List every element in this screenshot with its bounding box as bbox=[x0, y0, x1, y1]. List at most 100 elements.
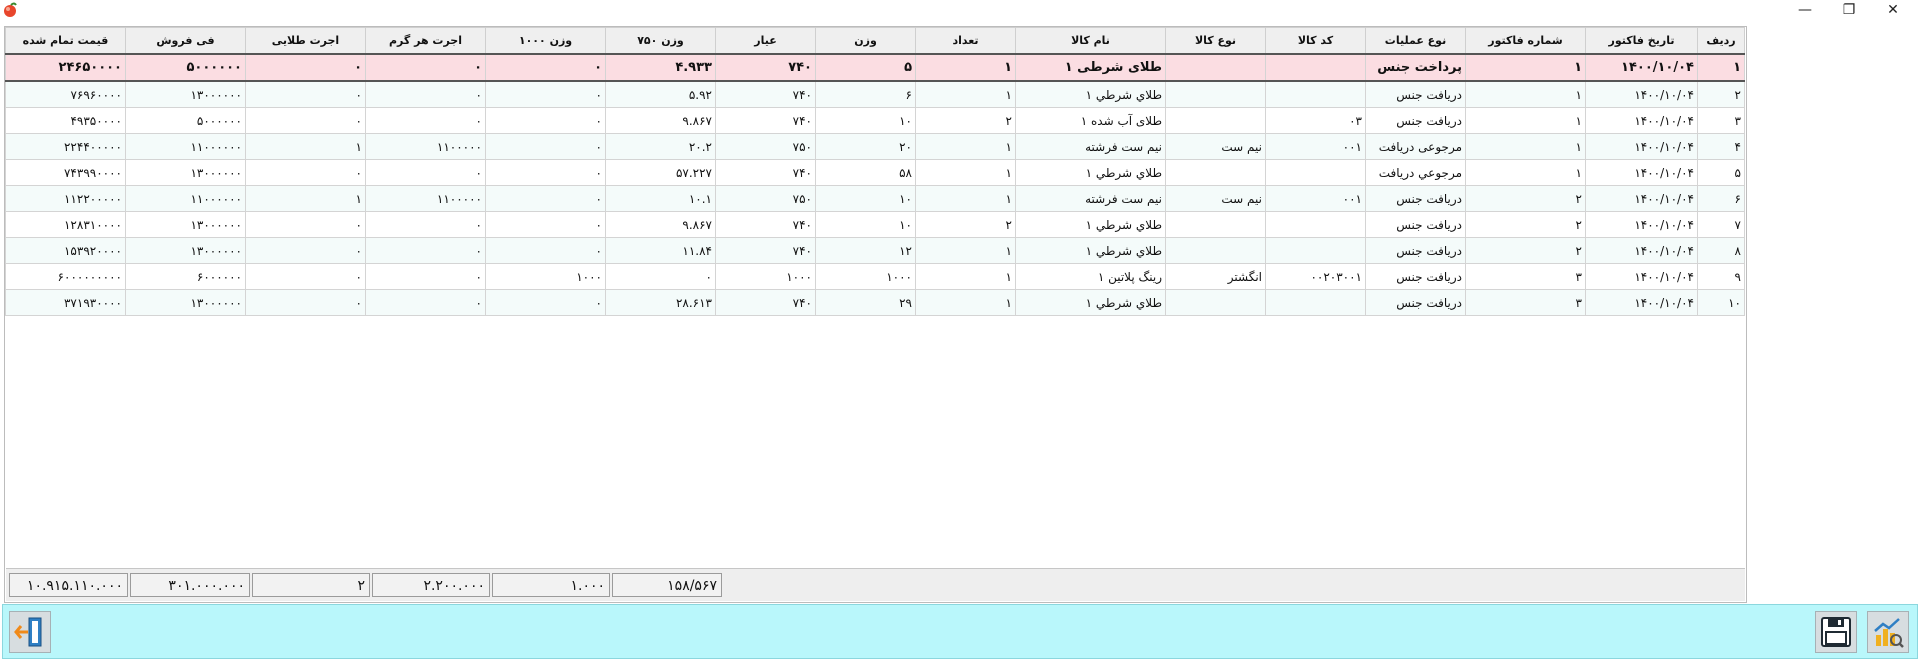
table-cell[interactable]: ۳ bbox=[1697, 107, 1745, 134]
minimize-button[interactable]: — bbox=[1783, 0, 1827, 20]
table-cell[interactable]: ۰ bbox=[365, 159, 486, 186]
table-cell[interactable]: ۱۱۰۰۰۰۰۰ bbox=[125, 185, 246, 212]
table-cell[interactable]: ۰ bbox=[485, 133, 606, 160]
table-cell[interactable]: ۱۴۰۰/۱۰/۰۴ bbox=[1585, 53, 1698, 82]
table-cell[interactable]: ۱ bbox=[245, 133, 366, 160]
table-cell[interactable]: ۱۲ bbox=[815, 237, 916, 264]
table-cell[interactable]: ۲۰ bbox=[815, 133, 916, 160]
table-cell[interactable] bbox=[1165, 53, 1266, 82]
table-cell[interactable]: مرجوعی دریافت bbox=[1365, 133, 1466, 160]
table-cell[interactable]: دریافت جنس bbox=[1365, 237, 1466, 264]
table-cell[interactable]: ۹ bbox=[1697, 263, 1745, 290]
table-cell[interactable]: ۱ bbox=[915, 133, 1016, 160]
column-header[interactable]: نوع عملیات bbox=[1365, 27, 1466, 55]
table-cell[interactable]: ۰ bbox=[245, 263, 366, 290]
table-cell[interactable]: ۲ bbox=[915, 107, 1016, 134]
table-cell[interactable]: ۲۹ bbox=[815, 289, 916, 316]
table-cell[interactable]: ۱ bbox=[1465, 53, 1586, 82]
table-cell[interactable]: ۲ bbox=[1697, 80, 1745, 108]
table-cell[interactable]: ۷۴۰ bbox=[715, 159, 816, 186]
table-cell[interactable]: ۱۳۰۰۰۰۰۰ bbox=[125, 211, 246, 238]
table-cell[interactable] bbox=[1265, 237, 1366, 264]
table-cell[interactable]: ۱۴۰۰/۱۰/۰۴ bbox=[1585, 237, 1698, 264]
column-header[interactable]: تاریخ فاکتور bbox=[1585, 27, 1698, 55]
invoice-items-table[interactable]: ردیف تاریخ فاکتور شماره فاکتور نوع عملیات کد… bbox=[5, 27, 1745, 316]
table-cell[interactable]: ۳۷۱۹۳۰۰۰۰ bbox=[5, 289, 126, 316]
table-cell[interactable]: مرجوعي دریافت bbox=[1365, 159, 1466, 186]
table-cell[interactable]: ۰ bbox=[245, 237, 366, 264]
table-cell[interactable]: پرداخت جنس bbox=[1365, 53, 1466, 82]
table-cell[interactable]: ۱ bbox=[915, 289, 1016, 316]
table-cell[interactable]: ۲ bbox=[1465, 211, 1586, 238]
table-cell[interactable]: ۱۰۰۰ bbox=[715, 263, 816, 290]
table-cell[interactable]: ۶ bbox=[815, 80, 916, 108]
table-cell[interactable]: ۷۴۳۹۹۰۰۰۰ bbox=[5, 159, 126, 186]
table-cell[interactable]: ۷۶۹۶۰۰۰۰ bbox=[5, 80, 126, 108]
table-cell[interactable]: ۱۴۰۰/۱۰/۰۴ bbox=[1585, 211, 1698, 238]
table-cell[interactable] bbox=[1165, 237, 1266, 264]
exit-button[interactable] bbox=[9, 611, 51, 653]
table-row[interactable]: ۱۰ ۱۴۰۰/۱۰/۰۴ ۳ دریافت جنس طلاي شرطي ۱ ۱ ۲۹ ۷۴۰… bbox=[5, 289, 1745, 316]
table-cell[interactable]: ۷۴۰ bbox=[715, 289, 816, 316]
table-cell[interactable]: ۱ bbox=[915, 237, 1016, 264]
table-cell[interactable] bbox=[1265, 53, 1366, 82]
table-cell[interactable]: ۹.۸۶۷ bbox=[605, 107, 716, 134]
table-cell[interactable]: ۶ bbox=[1697, 185, 1745, 212]
column-header[interactable]: عیار bbox=[715, 27, 816, 55]
table-cell[interactable]: طلاي شرطي ۱ bbox=[1015, 80, 1166, 108]
table-cell[interactable]: طلای آب شده ۱ bbox=[1015, 107, 1166, 134]
table-cell[interactable]: ۱۰ bbox=[815, 211, 916, 238]
table-cell[interactable]: ۱۱.۸۴ bbox=[605, 237, 716, 264]
table-cell[interactable]: ۱ bbox=[1465, 159, 1586, 186]
table-cell[interactable]: ۵۸ bbox=[815, 159, 916, 186]
table-row[interactable]: ۸ ۱۴۰۰/۱۰/۰۴ ۲ دریافت جنس طلاي شرطي ۱ ۱ ۱۲ ۷۴۰ ۱… bbox=[5, 237, 1745, 264]
table-cell[interactable]: نیم ست فرشته bbox=[1015, 133, 1166, 160]
table-cell[interactable]: ۵۰۰۰۰۰۰ bbox=[125, 107, 246, 134]
table-cell[interactable]: ۱۱۰۰۰۰۰ bbox=[365, 185, 486, 212]
column-header[interactable]: فی فروش bbox=[125, 27, 246, 55]
table-cell[interactable]: ۱۱۲۲۰۰۰۰۰ bbox=[5, 185, 126, 212]
table-cell[interactable]: ۱۰.۱ bbox=[605, 185, 716, 212]
table-cell[interactable]: ۷ bbox=[1697, 211, 1745, 238]
table-cell[interactable]: ۷۴۰ bbox=[715, 237, 816, 264]
table-cell[interactable] bbox=[1165, 107, 1266, 134]
column-header[interactable]: وزن bbox=[815, 27, 916, 55]
table-cell[interactable]: ۰۰۱ bbox=[1265, 133, 1366, 160]
table-cell[interactable]: ۵ bbox=[815, 53, 916, 82]
table-cell[interactable]: ۱ bbox=[915, 80, 1016, 108]
table-cell[interactable]: ۴.۹۳۳ bbox=[605, 53, 716, 82]
table-cell[interactable]: طلاي شرطي ۱ bbox=[1015, 237, 1166, 264]
table-cell[interactable]: ۰ bbox=[245, 211, 366, 238]
table-cell[interactable]: ۴ bbox=[1697, 133, 1745, 160]
table-cell[interactable]: نیم ست bbox=[1165, 185, 1266, 212]
column-header[interactable]: ردیف bbox=[1697, 27, 1745, 55]
table-cell[interactable]: ۲ bbox=[1465, 185, 1586, 212]
table-cell[interactable]: ۰۰۱ bbox=[1265, 185, 1366, 212]
table-cell[interactable]: ۱۴۰۰/۱۰/۰۴ bbox=[1585, 133, 1698, 160]
table-cell[interactable]: ۱۴۰۰/۱۰/۰۴ bbox=[1585, 185, 1698, 212]
table-cell[interactable]: ۷۴۰ bbox=[715, 80, 816, 108]
table-cell[interactable]: ۱۰ bbox=[815, 107, 916, 134]
table-cell[interactable]: ۲ bbox=[915, 211, 1016, 238]
table-cell[interactable]: ۲۴۶۵۰۰۰۰ bbox=[5, 53, 126, 82]
table-cell[interactable]: ۲۰.۲ bbox=[605, 133, 716, 160]
table-cell[interactable]: ۵ bbox=[1697, 159, 1745, 186]
table-cell[interactable] bbox=[1265, 289, 1366, 316]
table-cell[interactable] bbox=[1165, 289, 1266, 316]
table-cell[interactable]: نیم ست bbox=[1165, 133, 1266, 160]
column-header[interactable]: تعداد bbox=[915, 27, 1016, 55]
table-cell[interactable]: ۱۳۰۰۰۰۰۰ bbox=[125, 289, 246, 316]
table-cell[interactable]: طلاي شرطي ۱ bbox=[1015, 289, 1166, 316]
table-cell[interactable]: رینگ پلاتین ۱ bbox=[1015, 263, 1166, 290]
table-cell[interactable]: ۶۰۰۰۰۰۰ bbox=[125, 263, 246, 290]
save-button[interactable] bbox=[1815, 611, 1857, 653]
table-cell[interactable]: دریافت جنس bbox=[1365, 185, 1466, 212]
table-cell[interactable]: ۲ bbox=[1465, 237, 1586, 264]
table-cell[interactable]: ۱ bbox=[915, 159, 1016, 186]
table-cell[interactable]: دریافت جنس bbox=[1365, 289, 1466, 316]
table-row[interactable]: ۴ ۱۴۰۰/۱۰/۰۴ ۱ مرجوعی دریافت ۰۰۱ نیم ست نیم ست… bbox=[5, 133, 1745, 160]
table-cell[interactable]: ۱۰ bbox=[815, 185, 916, 212]
table-cell[interactable]: ۱۴۰۰/۱۰/۰۴ bbox=[1585, 107, 1698, 134]
table-cell[interactable]: دریافت جنس bbox=[1365, 211, 1466, 238]
column-header[interactable]: کد کالا bbox=[1265, 27, 1366, 55]
